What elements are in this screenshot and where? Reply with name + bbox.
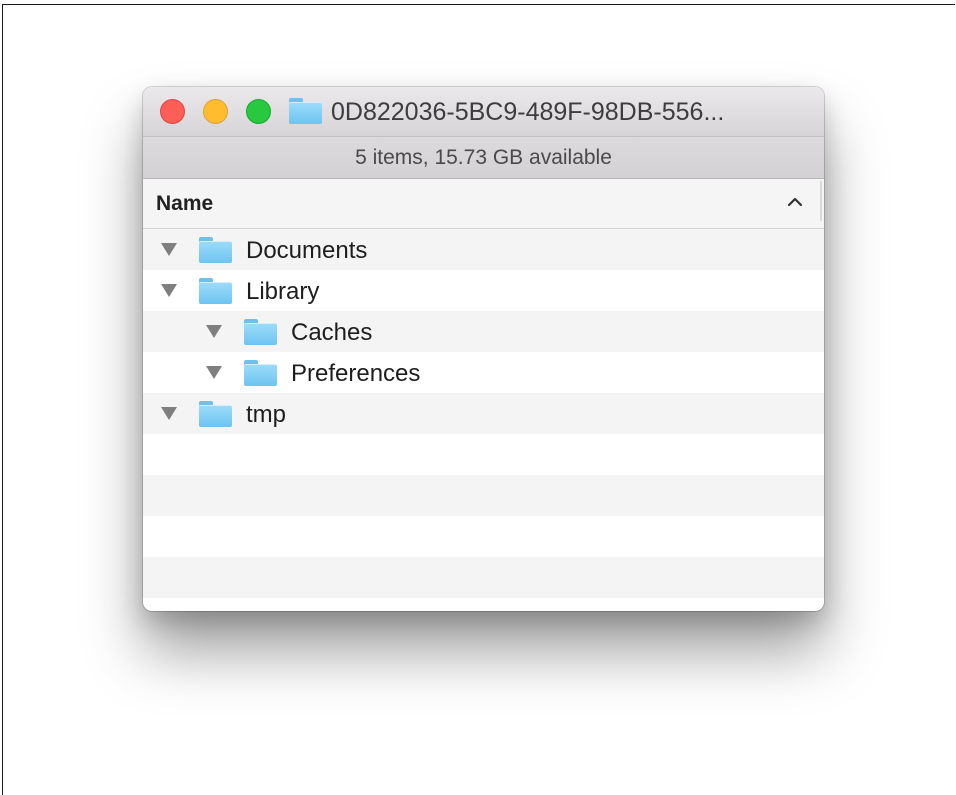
empty-row [143,516,824,557]
disclosure-triangle-icon[interactable] [160,405,178,421]
list-item[interactable]: Preferences [143,352,824,393]
close-button[interactable] [160,99,185,124]
folder-icon [244,319,277,345]
item-name: tmp [246,401,287,428]
status-text: 5 items, 15.73 GB available [355,146,612,169]
list-item[interactable]: Caches [143,311,824,352]
finder-window: 0D822036-5BC9-489F-98DB-556... 5 items, … [143,87,824,611]
empty-row [143,557,824,598]
column-divider[interactable] [820,181,822,221]
folder-icon [199,401,232,427]
minimize-button[interactable] [203,99,228,124]
item-name: Preferences [291,360,421,387]
column-header-name[interactable]: Name [143,179,824,229]
list-item[interactable]: tmp [143,393,824,434]
sort-ascending-icon[interactable] [786,190,804,214]
column-header-label: Name [156,192,214,215]
disclosure-triangle-icon[interactable] [160,282,178,298]
item-name: Library [246,278,320,305]
disclosure-triangle-icon[interactable] [205,364,223,380]
disclosure-triangle-icon[interactable] [205,323,223,339]
title-bar[interactable]: 0D822036-5BC9-489F-98DB-556... [143,87,824,136]
folder-icon [289,98,322,124]
list-item[interactable]: Library [143,270,824,311]
status-bar: 5 items, 15.73 GB available [143,136,824,179]
file-list: Documents Library Caches Preferences tmp [143,229,824,598]
empty-row [143,475,824,516]
window-title: 0D822036-5BC9-489F-98DB-556... [331,98,725,126]
item-name: Caches [291,319,373,346]
folder-icon [199,237,232,263]
folder-icon [199,278,232,304]
zoom-button[interactable] [246,99,271,124]
item-name: Documents [246,237,368,264]
empty-row [143,434,824,475]
disclosure-triangle-icon[interactable] [160,241,178,257]
folder-icon [244,360,277,386]
list-item[interactable]: Documents [143,229,824,270]
